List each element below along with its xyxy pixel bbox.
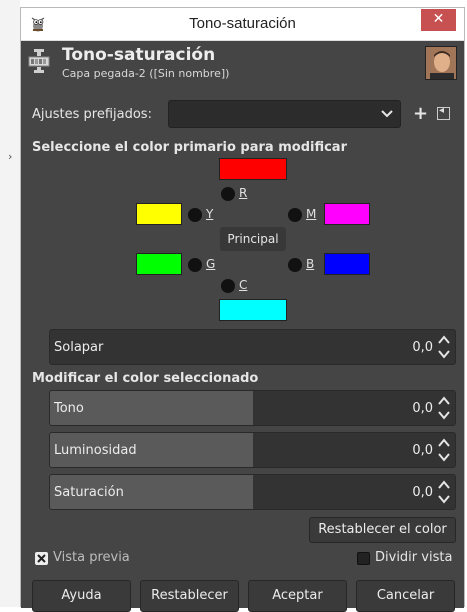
yellow-swatch[interactable] xyxy=(136,203,182,225)
cyan-swatch[interactable] xyxy=(219,299,287,321)
chevron-up-icon[interactable] xyxy=(437,333,451,347)
chevron-down-icon[interactable] xyxy=(437,492,451,506)
reset-button[interactable]: Restablecer xyxy=(140,580,239,612)
saturation-label: Saturación xyxy=(54,485,124,500)
overlap-slider[interactable]: Solapar 0,0 xyxy=(49,329,456,365)
layer-subtitle: Capa pegada-2 ([Sin nombre]) xyxy=(62,67,230,80)
red-swatch[interactable] xyxy=(219,158,287,180)
magenta-radio[interactable] xyxy=(288,208,302,222)
green-swatch[interactable] xyxy=(136,253,182,275)
cyan-radio[interactable] xyxy=(221,279,235,293)
red-label: R xyxy=(239,186,248,200)
preview-label: Vista previa xyxy=(53,550,130,565)
split-view-label: Dividir vista xyxy=(375,550,453,565)
overlap-value[interactable]: 0,0 xyxy=(412,340,433,355)
green-radio[interactable] xyxy=(188,258,202,272)
hue-saturation-icon xyxy=(28,49,50,73)
hue-label: Tono xyxy=(54,401,84,416)
dialog-heading: Tono-saturación xyxy=(62,45,216,65)
preset-menu-button[interactable]: ◂ xyxy=(437,105,450,120)
presets-label: Ajustes prefijados: xyxy=(32,107,152,122)
blue-swatch[interactable] xyxy=(324,253,370,275)
dialog-content: Tono-saturación Capa pegada-2 ([Sin nomb… xyxy=(21,41,464,612)
chevron-up-icon[interactable] xyxy=(437,478,451,492)
chevron-down-icon[interactable] xyxy=(437,450,451,464)
hue-slider[interactable]: Tono 0,0 xyxy=(49,390,456,426)
cancel-button[interactable]: Cancelar xyxy=(356,580,455,612)
reset-color-button[interactable]: Restablecer el color xyxy=(309,517,456,543)
yellow-label: Y xyxy=(206,207,214,221)
chevron-down-icon xyxy=(381,110,393,118)
modify-color-heading: Modificar el color seleccionado xyxy=(32,371,259,386)
principal-button[interactable]: Principal xyxy=(220,227,286,251)
background-window: › xyxy=(0,0,20,607)
chevron-up-icon[interactable] xyxy=(437,394,451,408)
lightness-slider[interactable]: Luminosidad 0,0 xyxy=(49,432,456,468)
primary-color-heading: Seleccione el color primario para modifi… xyxy=(32,140,347,155)
check-icon xyxy=(37,554,46,563)
overlap-label: Solapar xyxy=(54,340,104,355)
menu-arrow-icon: ◂ xyxy=(439,105,445,116)
chevron-up-icon[interactable] xyxy=(437,436,451,450)
red-radio[interactable] xyxy=(221,187,235,201)
saturation-slider[interactable]: Saturación 0,0 xyxy=(49,474,456,510)
background-marker: › xyxy=(8,150,13,163)
presets-dropdown[interactable] xyxy=(168,100,401,128)
avatar xyxy=(425,46,457,80)
green-label: G xyxy=(206,257,216,271)
help-button[interactable]: Ayuda xyxy=(32,580,131,612)
chevron-down-icon[interactable] xyxy=(437,408,451,422)
user-photo xyxy=(426,47,456,79)
saturation-value[interactable]: 0,0 xyxy=(412,485,433,500)
preview-checkbox[interactable] xyxy=(35,552,48,565)
close-icon: ✕ xyxy=(432,11,445,27)
ok-button[interactable]: Aceptar xyxy=(248,580,347,612)
yellow-radio[interactable] xyxy=(188,208,202,222)
title-bar[interactable]: Tono-saturación ✕ xyxy=(21,8,464,41)
window-title: Tono-saturación xyxy=(189,15,296,32)
split-view-checkbox[interactable] xyxy=(357,552,370,565)
add-preset-button[interactable]: + xyxy=(413,103,428,124)
blue-radio[interactable] xyxy=(288,258,302,272)
close-button[interactable]: ✕ xyxy=(421,9,456,31)
lightness-value[interactable]: 0,0 xyxy=(412,443,433,458)
magenta-swatch[interactable] xyxy=(324,203,370,225)
blue-label: B xyxy=(306,257,315,271)
chevron-down-icon[interactable] xyxy=(437,347,451,361)
lightness-label: Luminosidad xyxy=(54,443,137,458)
hue-value[interactable]: 0,0 xyxy=(412,401,433,416)
plus-icon: + xyxy=(413,103,429,124)
cyan-label: C xyxy=(239,278,248,292)
hue-saturation-dialog: Tono-saturación ✕ Tono-saturación Capa p… xyxy=(20,7,465,612)
magenta-label: M xyxy=(306,207,317,221)
